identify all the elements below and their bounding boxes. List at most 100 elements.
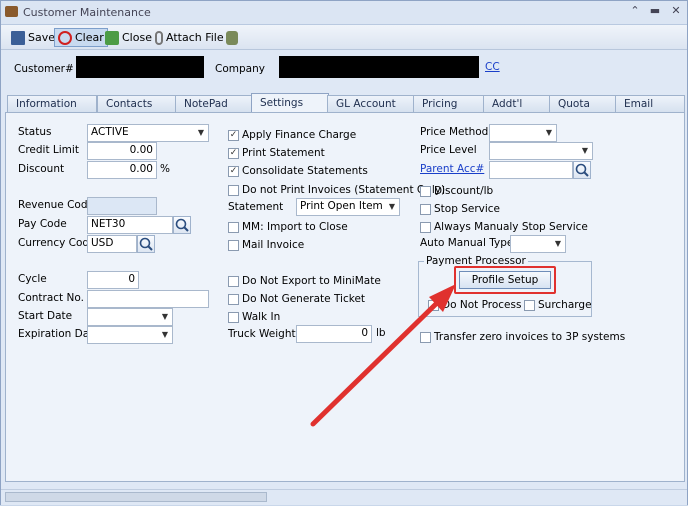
attach-file-label: Attach File [166, 31, 224, 44]
revenue-code-label: Revenue Code [18, 199, 94, 211]
cycle-label: Cycle [18, 273, 47, 285]
tab-addtl[interactable]: Addt'l [483, 95, 551, 112]
mail-invoice-label: Mail Invoice [242, 239, 305, 251]
currency-code-label: Currency Code [18, 237, 96, 249]
tab-quota[interactable]: Quota [549, 95, 617, 112]
tab-settings[interactable]: Settings [251, 93, 329, 112]
chevron-down-icon: ▼ [545, 128, 553, 137]
mm-import-checkbox[interactable] [228, 222, 239, 233]
consolidate-statements-checkbox[interactable]: ✓ [228, 166, 239, 177]
statement-label: Statement [228, 201, 284, 213]
exit-door-icon [105, 30, 119, 45]
do-not-process-checkbox[interactable] [428, 300, 439, 311]
company-label: Company [215, 63, 265, 75]
start-date-picker[interactable]: ▼ [87, 308, 173, 326]
contract-no-field[interactable] [87, 290, 209, 308]
credit-limit-label: Credit Limit [18, 144, 79, 156]
discount-lb-checkbox[interactable] [420, 186, 431, 197]
pay-code-search-icon[interactable] [173, 216, 191, 234]
start-date-label: Start Date [18, 310, 73, 322]
do-not-process-label: Do Not Process [442, 299, 522, 311]
status-select[interactable]: ACTIVE ▼ [87, 124, 209, 142]
settings-panel: Status ACTIVE ▼ Credit Limit 0.00 Discoun… [5, 112, 685, 482]
customer-label: Customer# [14, 63, 74, 75]
save-label: Save [28, 31, 56, 44]
customer-number-redacted[interactable] [76, 56, 204, 78]
revenue-code-field[interactable] [87, 197, 157, 215]
currency-code-field[interactable]: USD [87, 235, 137, 253]
customer-header: Customer# Company CC [1, 51, 687, 91]
expiration-date-picker[interactable]: ▼ [87, 326, 173, 344]
user-tools-button[interactable] [223, 28, 241, 47]
surcharge-checkbox[interactable] [524, 300, 535, 311]
tab-email[interactable]: Email [615, 95, 685, 112]
do-not-export-checkbox[interactable] [228, 276, 239, 287]
walk-in-checkbox[interactable] [228, 312, 239, 323]
stop-service-label: Stop Service [434, 203, 501, 215]
price-level-select[interactable]: ▼ [489, 142, 593, 160]
clear-button[interactable]: Clear [54, 28, 108, 47]
credit-limit-field[interactable]: 0.00 [87, 142, 157, 160]
discount-field[interactable]: 0.00 [87, 161, 157, 179]
cycle-field[interactable]: 0 [87, 271, 139, 289]
tab-pricing[interactable]: Pricing [413, 95, 485, 112]
floppy-disk-icon [11, 30, 25, 45]
chevron-down-icon: ▼ [554, 239, 562, 248]
currency-search-icon[interactable] [137, 235, 155, 253]
print-statement-label: Print Statement [242, 147, 325, 159]
no-entry-icon [58, 30, 72, 45]
parent-acc-search-icon[interactable] [573, 161, 591, 179]
do-not-print-invoices-label: Do not Print Invoices (Statement Only) [242, 184, 446, 196]
clear-label: Clear [75, 31, 104, 44]
transfer-zero-label: Transfer zero invoices to 3P systems [434, 331, 626, 343]
tab-information[interactable]: Information [7, 95, 97, 112]
do-not-print-invoices-checkbox[interactable] [228, 185, 239, 196]
pay-code-field[interactable]: NET30 [87, 216, 173, 234]
tab-strip: Information Contacts NotePad Settings GL… [5, 93, 685, 113]
parent-acc-field[interactable] [489, 161, 573, 179]
chevron-down-icon: ▼ [197, 128, 205, 137]
auto-manual-types-select[interactable]: ▼ [510, 235, 566, 253]
status-label: Status [18, 126, 52, 138]
auto-manual-types-label: Auto Manual Types [420, 237, 519, 249]
mail-invoice-checkbox[interactable] [228, 240, 239, 251]
close-window-button[interactable]: ✕ [668, 4, 684, 18]
tab-gl-account[interactable]: GL Account [327, 95, 415, 112]
company-name-redacted[interactable] [279, 56, 479, 78]
apply-finance-charge-checkbox[interactable]: ✓ [228, 130, 239, 141]
minimize-button[interactable]: ▬ [647, 4, 663, 18]
always-manualy-stop-label: Always Manualy Stop Service [434, 221, 588, 233]
chevron-down-icon: ▼ [161, 312, 169, 321]
horizontal-scrollbar[interactable] [5, 492, 267, 502]
window-title: Customer Maintenance [23, 6, 151, 19]
mm-import-label: MM: Import to Close [242, 221, 348, 233]
discount-lb-label: Discount/lb [434, 185, 494, 197]
price-method-select[interactable]: ▼ [489, 124, 557, 142]
chevron-down-icon: ▼ [161, 330, 169, 339]
consolidate-statements-label: Consolidate Statements [242, 165, 368, 177]
do-not-generate-ticket-checkbox[interactable] [228, 294, 239, 305]
discount-label: Discount [18, 163, 65, 175]
cc-link[interactable]: CC [485, 61, 500, 73]
transfer-zero-checkbox[interactable] [420, 332, 431, 343]
stop-service-checkbox[interactable] [420, 204, 431, 215]
chevron-down-icon: ▼ [388, 202, 396, 211]
truck-app-icon [5, 6, 18, 17]
attach-file-button[interactable]: Attach File [152, 28, 227, 47]
surcharge-label: Surcharge [538, 299, 592, 311]
price-level-label: Price Level [420, 144, 477, 156]
close-button[interactable]: Close [102, 28, 155, 47]
always-manualy-stop-checkbox[interactable] [420, 222, 431, 233]
statement-select[interactable]: Print Open Item ▼ [296, 198, 400, 216]
truck-weight-field[interactable]: 0 [296, 325, 372, 343]
save-button[interactable]: Save [8, 28, 58, 47]
print-statement-checkbox[interactable]: ✓ [228, 148, 239, 159]
discount-percent-unit: % [160, 163, 170, 175]
tab-notepad[interactable]: NotePad [175, 95, 253, 112]
parent-acc-link[interactable]: Parent Acc# [420, 163, 484, 175]
close-label: Close [122, 31, 152, 44]
tab-contacts[interactable]: Contacts [97, 95, 177, 112]
status-value: ACTIVE [91, 126, 129, 138]
toolbar: Save Clear Close Attach File [1, 25, 687, 50]
chevron-up-icon[interactable]: ⌃ [627, 4, 643, 18]
